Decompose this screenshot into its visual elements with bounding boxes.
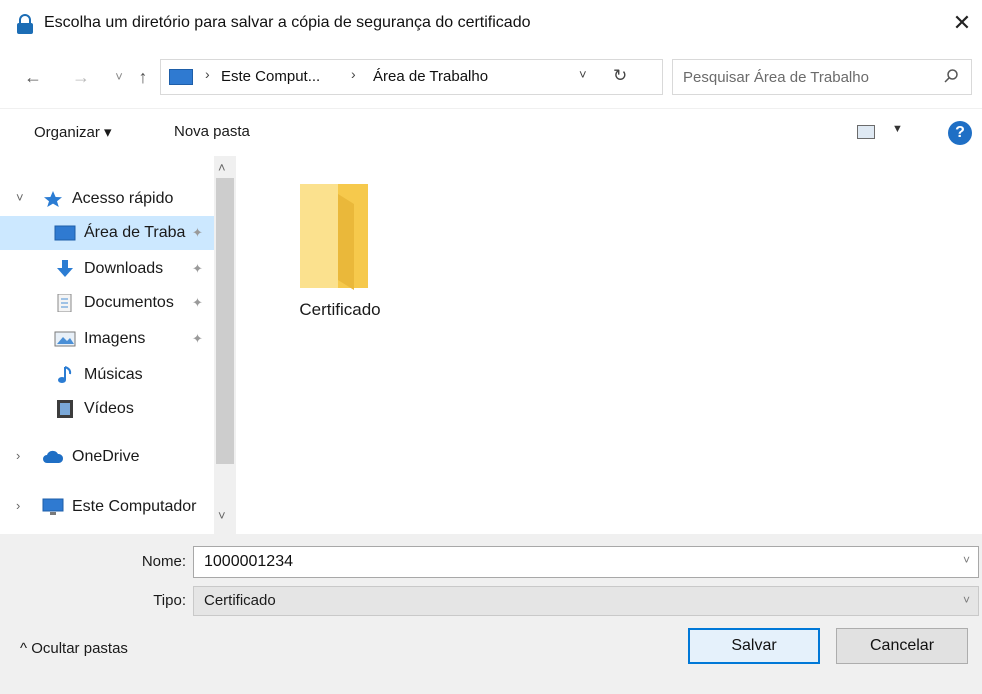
- command-bar: Organizar ▾ Nova pasta ▼ ?: [0, 108, 982, 156]
- desktop-icon: [54, 225, 76, 241]
- computer-icon: [42, 498, 64, 515]
- pin-icon: ✦: [192, 225, 203, 240]
- sidebar-item-label: Vídeos: [84, 400, 134, 417]
- file-list: Certificado: [242, 156, 982, 534]
- navigation-scrollbar[interactable]: ˄ ˅: [214, 156, 236, 534]
- new-folder-button[interactable]: Nova pasta: [174, 123, 250, 140]
- forward-icon[interactable]: →: [70, 64, 92, 90]
- expand-chevron-icon[interactable]: ›: [16, 448, 20, 463]
- star-icon: [44, 191, 62, 207]
- music-icon: [58, 366, 72, 383]
- hide-folders-button[interactable]: ^ Ocultar pastas: [20, 640, 128, 657]
- up-folder-icon[interactable]: ↑: [132, 64, 154, 90]
- scroll-thumb[interactable]: [216, 178, 234, 464]
- sidebar-item-label: OneDrive: [72, 448, 140, 465]
- sidebar-item-label: Downloads: [84, 260, 164, 277]
- lock-icon: [17, 14, 33, 34]
- breadcrumb-separator: ›: [351, 66, 356, 82]
- file-name-input[interactable]: 1000001234 ˅: [193, 546, 979, 578]
- sidebar-item-label: Área de Traba: [84, 224, 186, 241]
- scroll-down-icon[interactable]: ˅: [218, 508, 226, 523]
- download-icon: [57, 260, 73, 277]
- expand-chevron-icon[interactable]: ˅: [16, 190, 24, 205]
- save-button[interactable]: Salvar: [688, 628, 820, 664]
- chevron-down-icon[interactable]: ˅: [963, 553, 970, 567]
- document-icon: [57, 294, 72, 312]
- sidebar-item-label: Documentos: [84, 294, 174, 311]
- cloud-icon: [43, 450, 64, 463]
- folder-name: Certificado: [299, 300, 381, 319]
- save-options-panel: Nome: 1000001234 ˅ Tipo: Certificado ˅ ^…: [0, 534, 982, 694]
- search-placeholder: Pesquisar Área de Trabalho: [683, 69, 869, 86]
- sidebar-item-documentos[interactable]: Documentos ✦: [0, 286, 214, 320]
- sidebar-item-onedrive[interactable]: › OneDrive: [0, 440, 214, 474]
- sidebar-item-musicas[interactable]: Músicas: [0, 358, 214, 392]
- sidebar-item-acesso-rapido[interactable]: ˅ Acesso rápido: [0, 182, 214, 216]
- sidebar-item-label: Músicas: [84, 366, 143, 383]
- sidebar-item-label: Imagens: [84, 330, 146, 347]
- folder-icon: [300, 184, 368, 290]
- help-icon[interactable]: ?: [948, 121, 972, 145]
- sidebar-item-area-de-trabalho[interactable]: Área de Traba ✦: [0, 216, 214, 250]
- refresh-icon[interactable]: ↻: [613, 66, 627, 86]
- sidebar-item-videos[interactable]: Vídeos: [0, 392, 214, 426]
- cancel-button[interactable]: Cancelar: [836, 628, 968, 664]
- folder-item[interactable]: Certificado: [288, 178, 392, 328]
- file-type-value: Certificado: [204, 592, 276, 609]
- file-name-value: 1000001234: [204, 553, 293, 570]
- sidebar-item-downloads[interactable]: Downloads ✦: [0, 252, 214, 286]
- title-bar: Escolha um diretório para salvar a cópia…: [0, 0, 982, 46]
- video-icon: [57, 400, 73, 418]
- breadcrumb-area-de-trabalho[interactable]: Área de Trabalho: [373, 68, 488, 85]
- expand-chevron-icon[interactable]: ›: [16, 498, 20, 513]
- type-label: Tipo:: [153, 592, 186, 609]
- recent-locations-icon[interactable]: ˅: [108, 64, 130, 90]
- sidebar-item-label: Este Computador: [72, 498, 197, 515]
- breadcrumb-separator: ›: [205, 66, 210, 82]
- address-dropdown-icon[interactable]: ˅: [579, 67, 587, 82]
- dialog-title: Escolha um diretório para salvar a cópia…: [44, 14, 531, 31]
- file-type-select[interactable]: Certificado ˅: [193, 586, 979, 616]
- pin-icon: ✦: [192, 261, 203, 276]
- view-options-icon[interactable]: [857, 125, 875, 139]
- view-dropdown-icon[interactable]: ▼: [892, 123, 903, 135]
- sidebar-item-este-computador[interactable]: › Este Computador: [0, 490, 214, 524]
- search-input[interactable]: Pesquisar Área de Trabalho: [672, 59, 972, 95]
- breadcrumb-este-computador[interactable]: Este Comput...: [221, 68, 320, 85]
- address-bar[interactable]: › Este Comput... › Área de Trabalho ˅ ↻: [160, 59, 663, 95]
- back-icon[interactable]: ←: [22, 64, 44, 90]
- close-button[interactable]: ✕: [942, 4, 982, 42]
- pin-icon: ✦: [192, 331, 203, 346]
- computer-icon: [169, 69, 193, 85]
- sidebar-item-label: Acesso rápido: [72, 190, 174, 207]
- navigation-pane: ˅ Acesso rápido Área de Traba ✦ Download…: [0, 156, 242, 534]
- organize-button[interactable]: Organizar ▾: [34, 123, 112, 141]
- scroll-up-icon[interactable]: ˄: [218, 160, 226, 175]
- sidebar-item-imagens[interactable]: Imagens ✦: [0, 322, 214, 356]
- name-label: Nome:: [141, 553, 186, 570]
- address-row: ← → ˅ ↑ › Este Comput... › Área de Traba…: [0, 52, 982, 104]
- chevron-down-icon: ˅: [962, 593, 970, 607]
- pin-icon: ✦: [192, 295, 203, 310]
- image-icon: [54, 331, 76, 347]
- search-icon: [944, 69, 958, 83]
